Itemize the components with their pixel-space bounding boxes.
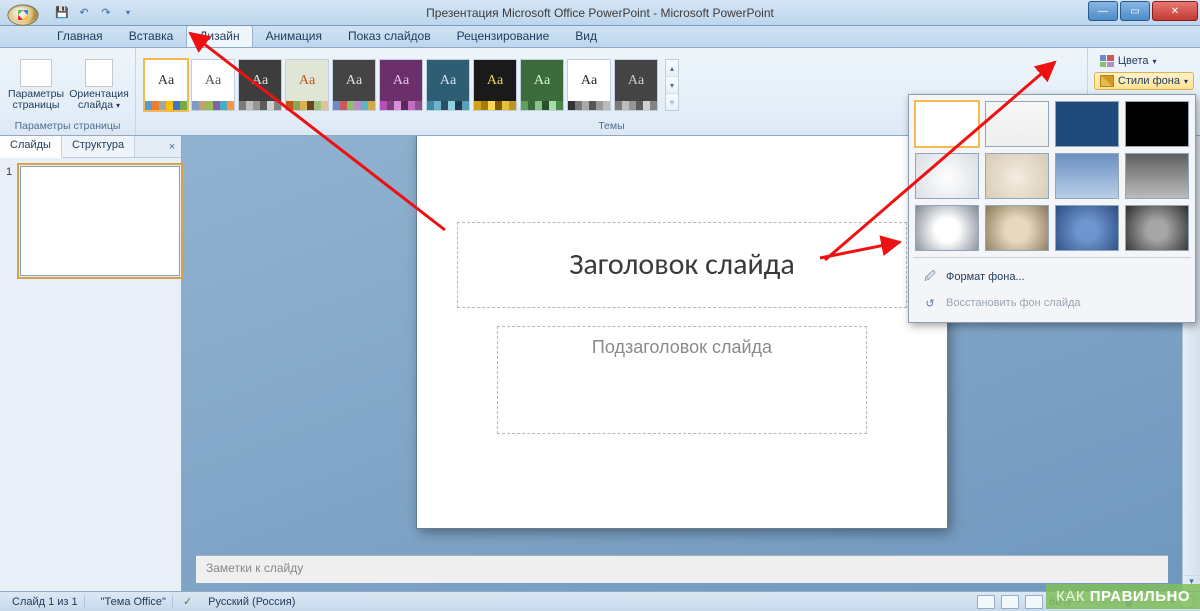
slide-thumbnails: 1 (0, 158, 181, 284)
background-styles-panel: 🖉 Формат фона... ↺ Восстановить фон слай… (908, 94, 1196, 323)
tab-рецензирование[interactable]: Рецензирование (444, 25, 563, 47)
view-sorter-button[interactable] (1001, 595, 1019, 609)
format-background-item[interactable]: 🖉 Формат фона... (915, 264, 1189, 290)
reset-bg-icon: ↺ (922, 295, 938, 311)
minimize-button[interactable]: — (1088, 1, 1118, 21)
theme-9[interactable]: Aa (567, 59, 611, 111)
themes-gallery: AaAaAaAaAaAaAaAaAaAaAa (142, 55, 660, 115)
tab-slides[interactable]: Слайды (0, 136, 62, 158)
theme-6[interactable]: Aa (426, 59, 470, 111)
slide-panel: Слайды Структура × 1 (0, 136, 182, 591)
slide-number: 1 (6, 166, 12, 178)
view-show-button[interactable] (1025, 595, 1043, 609)
view-normal-button[interactable] (977, 595, 995, 609)
bg-style-3[interactable] (1125, 101, 1189, 147)
theme-0[interactable]: Aa (144, 59, 188, 111)
bg-style-8[interactable] (915, 205, 979, 251)
ribbon-tabs: ГлавнаяВставкаДизайнАнимацияПоказ слайдо… (0, 26, 1200, 48)
bg-style-4[interactable] (915, 153, 979, 199)
background-styles-grid (915, 101, 1189, 251)
scroll-down-icon[interactable]: ▾ (666, 77, 678, 94)
bucket-icon (1100, 75, 1114, 87)
bg-style-0[interactable] (915, 101, 979, 147)
theme-4[interactable]: Aa (332, 59, 376, 111)
bg-style-9[interactable] (985, 205, 1049, 251)
watermark: КАК ПРАВИЛЬНО (1046, 584, 1200, 609)
bg-style-2[interactable] (1055, 101, 1119, 147)
gallery-expand-icon[interactable]: ▿ (666, 94, 678, 110)
theme-8[interactable]: Aa (520, 59, 564, 111)
theme-5[interactable]: Aa (379, 59, 423, 111)
scroll-up-icon[interactable]: ▴ (666, 60, 678, 77)
status-slide-index: Слайд 1 из 1 (6, 595, 85, 609)
tab-анимация[interactable]: Анимация (253, 25, 335, 47)
bg-style-5[interactable] (985, 153, 1049, 199)
tab-дизайн[interactable]: Дизайн (186, 25, 252, 47)
format-bg-icon: 🖉 (922, 269, 938, 285)
tab-главная[interactable]: Главная (44, 25, 116, 47)
page-setup-button[interactable]: Параметры страницы (6, 56, 66, 114)
office-button[interactable] (7, 4, 38, 25)
bg-style-1[interactable] (985, 101, 1049, 147)
bg-style-7[interactable] (1125, 153, 1189, 199)
reset-background-item: ↺ Восстановить фон слайда (915, 290, 1189, 316)
window-title: Презентация Microsoft Office PowerPoint … (0, 0, 1200, 26)
slide[interactable]: Заголовок слайда Подзаголовок слайда (417, 136, 947, 528)
slide-panel-tabs: Слайды Структура × (0, 136, 181, 158)
group-page-setup: Параметры страницы Ориентация слайда Пар… (0, 48, 136, 135)
theme-7[interactable]: Aa (473, 59, 517, 111)
slide-thumbnail-1[interactable] (20, 166, 180, 276)
orientation-button[interactable]: Ориентация слайда (69, 56, 129, 114)
undo-icon[interactable]: ↶ (76, 5, 92, 21)
save-icon[interactable]: 💾 (54, 5, 70, 21)
palette-icon (1100, 55, 1114, 67)
tab-показ слайдов[interactable]: Показ слайдов (335, 25, 444, 47)
bg-style-10[interactable] (1055, 205, 1119, 251)
background-styles-button[interactable]: Стили фона▾ (1094, 72, 1194, 90)
theme-2[interactable]: Aa (238, 59, 282, 111)
subtitle-placeholder[interactable]: Подзаголовок слайда (497, 326, 867, 434)
status-language[interactable]: Русский (Россия) (202, 595, 301, 609)
theme-3[interactable]: Aa (285, 59, 329, 111)
notes-pane[interactable]: Заметки к слайду (196, 555, 1168, 583)
status-theme: "Тема Office" (95, 595, 173, 609)
theme-10[interactable]: Aa (614, 59, 658, 111)
bg-style-6[interactable] (1055, 153, 1119, 199)
title-placeholder[interactable]: Заголовок слайда (457, 222, 907, 308)
colors-button[interactable]: Цвета▾ (1094, 52, 1194, 70)
redo-icon[interactable]: ↷ (98, 5, 114, 21)
title-bar: 💾 ↶ ↷ ▾ Презентация Microsoft Office Pow… (0, 0, 1200, 26)
maximize-button[interactable]: ▭ (1120, 1, 1150, 21)
tab-вставка[interactable]: Вставка (116, 25, 187, 47)
qat-more-icon[interactable]: ▾ (120, 5, 136, 21)
close-button[interactable]: ✕ (1152, 1, 1198, 21)
bg-style-11[interactable] (1125, 205, 1189, 251)
spellcheck-icon[interactable]: ✓ (183, 595, 192, 608)
window-controls: — ▭ ✕ (1086, 1, 1198, 21)
themes-scroll[interactable]: ▴ ▾ ▿ (665, 59, 679, 111)
quick-access-toolbar: 💾 ↶ ↷ ▾ (46, 0, 144, 25)
tab-outline[interactable]: Структура (62, 136, 135, 157)
theme-1[interactable]: Aa (191, 59, 235, 111)
ribbon: Параметры страницы Ориентация слайда Пар… (0, 48, 1200, 136)
panel-close-icon[interactable]: × (163, 136, 181, 157)
tab-вид[interactable]: Вид (562, 25, 610, 47)
status-bar: Слайд 1 из 1 "Тема Office" ✓ Русский (Ро… (0, 591, 1200, 611)
